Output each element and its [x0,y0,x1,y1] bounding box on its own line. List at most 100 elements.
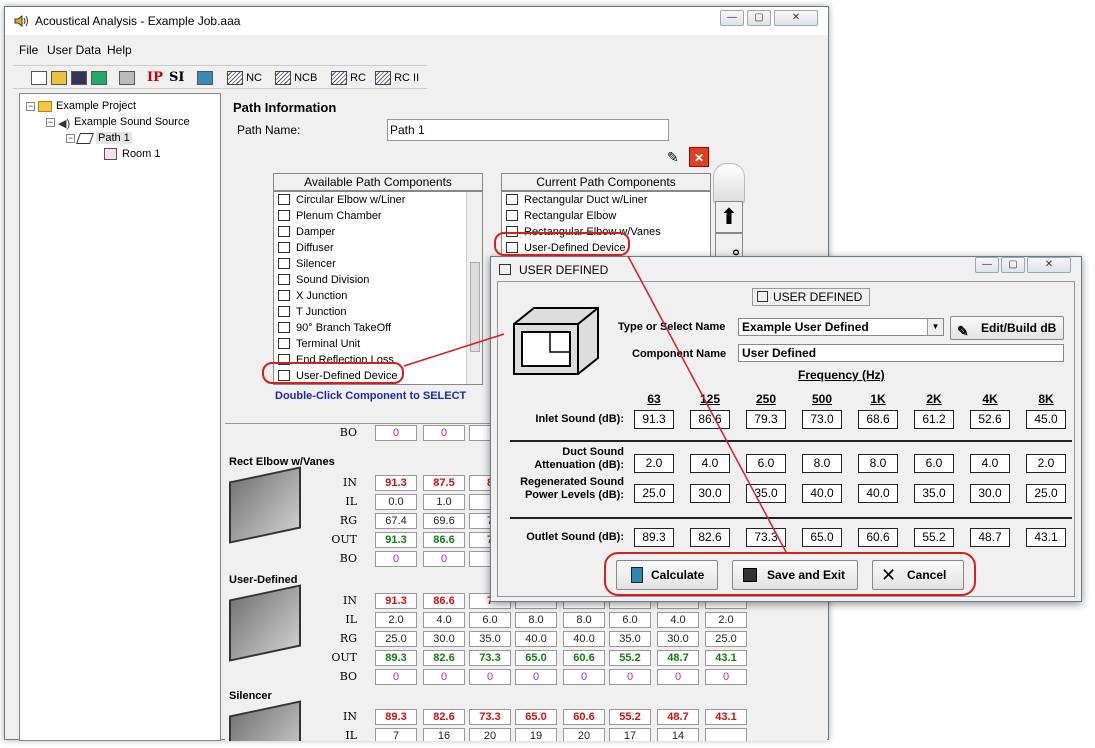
rc2-chart-button[interactable]: RC II [375,69,419,87]
frequency-header: 1K [870,392,886,406]
row-label: IL [345,613,357,626]
duct-value[interactable]: 2.0 [634,454,674,473]
current-item[interactable]: Rectangular Duct w/Liner [502,192,710,208]
duct-label: Duct Sound Attenuation (dB): [534,446,624,471]
group-title-text: USER DEFINED [773,290,863,304]
available-item[interactable]: Diffuser [274,240,482,256]
type-label: Type or Select Name [618,321,726,333]
grid-cell: 0 [609,669,651,685]
available-item-label: Circular Elbow w/Liner [296,194,406,206]
save-icon[interactable] [71,69,87,87]
collapse-icon[interactable]: − [66,133,75,143]
tree-node-room[interactable]: Room 1 [104,148,161,161]
collapse-icon[interactable]: − [26,101,35,111]
edit-build-button[interactable]: ✎ Edit/Build dB [950,316,1064,340]
grid-cell: 2.0 [705,612,747,628]
si-units-button[interactable]: SI [169,69,184,87]
delete-icon[interactable]: ✕ [689,147,709,167]
duct-value[interactable]: 2.0 [1026,454,1066,473]
menu-file[interactable]: File [19,43,38,57]
duct-value[interactable]: 6.0 [914,454,954,473]
ncb-chart-button[interactable]: NCB [275,69,317,87]
tree-node-path[interactable]: − Path 1 [66,132,132,144]
component-name-label: Component Name [632,348,727,360]
tree-node-source[interactable]: − ◀) Example Sound Source [46,116,190,130]
divider [510,440,1072,442]
current-item[interactable]: Rectangular Elbow [502,208,710,224]
regen-value[interactable]: 25.0 [634,484,674,503]
frequency-header: 250 [755,392,777,406]
regen-value[interactable]: 40.0 [858,484,898,503]
device-icon [499,264,511,275]
grid-cell: 0 [423,669,465,685]
calculator-icon[interactable] [197,69,213,87]
row-label: BO [339,426,357,439]
regen-value[interactable]: 35.0 [746,484,786,503]
move-up-icon[interactable]: ⬆ [715,201,743,233]
tree-node-project[interactable]: − Example Project [26,100,136,112]
available-item[interactable]: Sound Division [274,272,482,288]
new-file-icon[interactable] [31,69,47,87]
ip-units-button[interactable]: IP [147,69,163,87]
available-item[interactable]: Silencer [274,256,482,272]
duct-value[interactable]: 8.0 [858,454,898,473]
available-item[interactable]: T Junction [274,304,482,320]
regen-value[interactable]: 40.0 [802,484,842,503]
path-name-input[interactable]: Path 1 [387,119,669,141]
scrollbar[interactable] [466,192,482,384]
nc-chart-button[interactable]: NC [227,69,262,87]
component-name-input[interactable]: User Defined [738,344,1064,362]
grid-cell: 69.6 [423,513,465,529]
regen-label: Regenerated Sound Power Levels (dB): [520,476,624,501]
menu-help[interactable]: Help [107,43,132,57]
chevron-down-icon[interactable]: ▼ [927,319,943,335]
grid-cell: 8.0 [563,612,605,628]
regen-value[interactable]: 30.0 [690,484,730,503]
available-item[interactable]: Plenum Chamber [274,208,482,224]
print-icon[interactable] [119,69,135,87]
save-all-icon[interactable] [91,69,107,87]
available-list[interactable]: Circular Elbow w/Liner Plenum Chamber Damp… [273,191,483,385]
regen-value[interactable]: 25.0 [1026,484,1066,503]
maximize-button[interactable]: ▢ [747,10,771,26]
available-item[interactable]: Circular Elbow w/Liner [274,192,482,208]
grid-cell: 48.7 [657,709,699,725]
component-icon [278,210,290,221]
type-select[interactable]: Example User Defined ▼ [738,318,944,336]
menu-bar: File User Data Help [5,41,828,61]
dialog-minimize-button[interactable]: — [975,257,999,273]
edit-icon[interactable]: ✎ [667,149,685,167]
close-button[interactable]: ✕ [774,10,818,26]
grid-cell: 67.4 [375,513,417,529]
minimize-button[interactable]: — [720,10,744,26]
rc-chart-button[interactable]: RC [331,69,366,87]
available-item[interactable]: Damper [274,224,482,240]
available-item[interactable]: 90° Branch TakeOff [274,320,482,336]
regen-value[interactable]: 30.0 [970,484,1010,503]
current-title: Current Path Components [501,173,711,191]
regen-value[interactable]: 35.0 [914,484,954,503]
duct-value[interactable]: 6.0 [746,454,786,473]
available-item-label: 90° Branch TakeOff [296,322,392,334]
available-item[interactable]: Terminal Unit [274,336,482,352]
duct-value[interactable]: 4.0 [970,454,1010,473]
grid-cell: 73.3 [469,650,511,666]
row-label: IL [345,495,357,508]
outlet-value: 89.3 [634,528,674,547]
duct-value[interactable]: 8.0 [802,454,842,473]
grid-cell: 20 [469,728,511,741]
open-folder-icon[interactable] [51,69,67,87]
dialog-close-button[interactable]: ✕ [1027,257,1071,273]
dialog-maximize-button[interactable]: ▢ [1001,257,1025,273]
room-icon [104,148,117,161]
tree-label: Room 1 [122,148,161,160]
available-item[interactable]: X Junction [274,288,482,304]
collapse-icon[interactable]: − [46,117,55,127]
grid-cell: 25.0 [705,631,747,647]
rc2-label: RC II [394,72,420,84]
group-title: USER DEFINED [752,288,870,306]
duct-value[interactable]: 4.0 [690,454,730,473]
grid-row: OUT 89.3 82.6 73.3 65.0 60.6 55.2 48.7 43.1 [225,649,825,667]
component-icon [278,290,290,301]
menu-user-data[interactable]: User Data [47,43,101,57]
